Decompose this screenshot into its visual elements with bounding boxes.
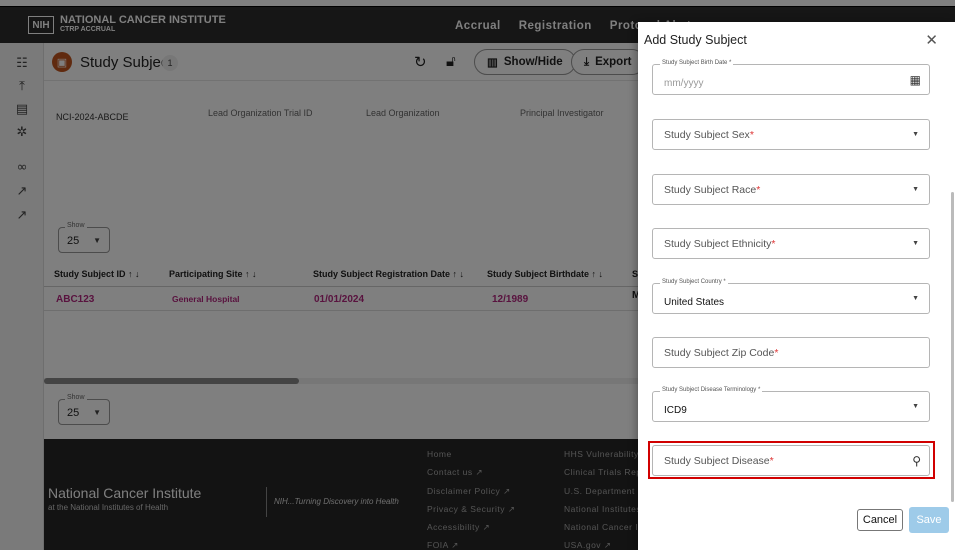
search-icon[interactable]: ⚲ (912, 454, 921, 468)
country-label: Study Subject Country * (660, 279, 728, 285)
birth-date-label: Study Subject Birth Date * (660, 60, 734, 66)
disease-terminology-label: Study Subject Disease Terminology * (660, 387, 763, 393)
dialog-scrollbar[interactable] (951, 192, 954, 502)
zip-code-input[interactable]: Study Subject Zip Code* (652, 337, 930, 368)
sex-select[interactable]: Study Subject Sex* ▼ (652, 119, 930, 150)
country-select[interactable]: Study Subject Country * United States ▼ (652, 279, 930, 314)
chevron-down-icon: ▼ (912, 131, 919, 138)
chevron-down-icon: ▼ (912, 240, 919, 247)
disease-terminology-value: ICD9 (664, 405, 687, 416)
add-study-subject-dialog: Add Study Subject ✕ Study Subject Birth … (638, 22, 955, 550)
save-button[interactable]: Save (909, 507, 949, 533)
close-icon[interactable]: ✕ (925, 31, 938, 49)
zip-code-label: Study Subject Zip Code* (664, 347, 779, 359)
ethnicity-select[interactable]: Study Subject Ethnicity* ▼ (652, 228, 930, 259)
disease-label: Study Subject Disease* (664, 455, 774, 467)
disease-search-input[interactable]: Study Subject Disease* ⚲ (652, 445, 930, 476)
chevron-down-icon: ▼ (912, 186, 919, 193)
race-select[interactable]: Study Subject Race* ▼ (652, 174, 930, 205)
birth-date-placeholder: mm/yyyy (664, 78, 704, 89)
dialog-title: Add Study Subject (644, 33, 747, 47)
calendar-icon[interactable]: ▦ (910, 73, 921, 87)
cancel-button[interactable]: Cancel (857, 509, 903, 531)
race-label: Study Subject Race* (664, 184, 761, 196)
chevron-down-icon: ▼ (912, 295, 919, 302)
country-value: United States (664, 297, 725, 308)
sex-label: Study Subject Sex* (664, 129, 754, 141)
disease-terminology-select[interactable]: Study Subject Disease Terminology * ICD9… (652, 387, 930, 422)
ethnicity-label: Study Subject Ethnicity* (664, 238, 776, 250)
chevron-down-icon: ▼ (912, 403, 919, 410)
birth-date-field[interactable]: Study Subject Birth Date * mm/yyyy ▦ (652, 60, 930, 95)
